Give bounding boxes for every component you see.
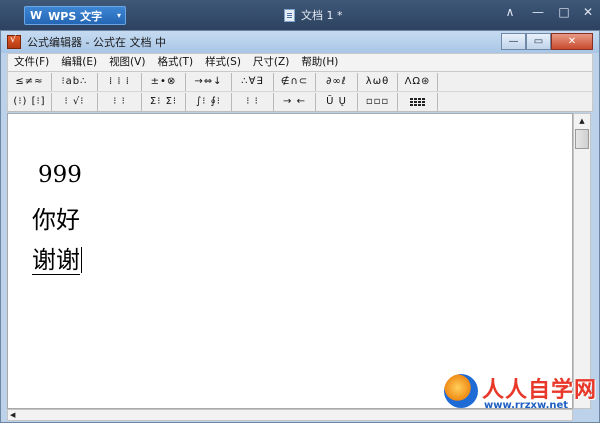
summation-templates-button[interactable]: Σ⁝ Σ⁝ <box>142 92 186 111</box>
template-toolbar: (⁝) [⁝] ⁝ √⁝ ⁝ ⁝ Σ⁝ Σ⁝ ∫⁝ ∮⁝ ⁝ ⁝ → ← Ū Ų… <box>7 92 593 112</box>
collapse-icon[interactable]: ∧ <box>500 5 520 19</box>
equation-editor-window: 公式编辑器 - 公式在 文档 中 — ▭ ✕ 文件(F) 编辑(E) 视图(V)… <box>0 30 600 423</box>
wps-logo-icon: W <box>30 9 43 22</box>
relational-symbols-button[interactable]: ≤≠≈ <box>8 72 52 91</box>
equation-line-3[interactable]: 谢谢 <box>32 240 82 275</box>
fence-templates-button[interactable]: (⁝) [⁝] <box>8 92 52 111</box>
editor-title: 公式编辑器 - 公式在 文档 中 <box>27 36 166 49</box>
menu-edit[interactable]: 编辑(E) <box>55 54 103 71</box>
greek-lowercase-button[interactable]: λωθ <box>358 72 398 91</box>
watermark-logo-icon <box>444 374 478 408</box>
editor-close-button[interactable]: ✕ <box>551 33 593 50</box>
greek-uppercase-button[interactable]: ΛΩ⊛ <box>398 72 438 91</box>
site-watermark: 人人自学网 www.rrzxw.net <box>444 372 596 416</box>
editor-title-bar: 公式编辑器 - 公式在 文档 中 — ▭ ✕ <box>1 31 599 53</box>
subscript-superscript-templates-button[interactable]: ⁝ ⁝ <box>98 92 142 111</box>
labeled-arrow-templates-button[interactable]: → ← <box>274 92 316 111</box>
menu-view[interactable]: 视图(V) <box>103 54 151 71</box>
equation-line-1[interactable]: 999 <box>38 162 82 188</box>
integral-templates-button[interactable]: ∫⁝ ∮⁝ <box>186 92 232 111</box>
document-tab[interactable]: 文档 1 * <box>284 6 343 24</box>
scroll-thumb[interactable] <box>575 129 589 149</box>
menu-file[interactable]: 文件(F) <box>8 54 55 71</box>
logical-symbols-button[interactable]: ∴∀∃ <box>232 72 274 91</box>
vertical-scrollbar[interactable]: ▲ <box>573 113 591 409</box>
editor-minimize-button[interactable]: — <box>501 33 526 50</box>
symbol-toolbar: ≤≠≈ ⁝ab∴ ⁞ ⁞ ⁞ ±•⊗ →⇔↓ ∴∀∃ ∉∩⊂ ∂∞ℓ λωθ Λ… <box>7 72 593 92</box>
misc-symbols-button[interactable]: ∂∞ℓ <box>316 72 358 91</box>
caption-buttons: — ▭ ✕ <box>501 33 593 50</box>
close-button[interactable]: ✕ <box>578 5 598 19</box>
wps-app-label: WPS 文字 <box>48 9 103 23</box>
document-title: 文档 1 * <box>301 9 343 22</box>
matrix-grid-icon <box>410 97 425 106</box>
menu-format[interactable]: 格式(T) <box>151 54 199 71</box>
chevron-down-icon: ▾ <box>116 11 121 20</box>
document-icon <box>284 8 295 22</box>
equation-canvas[interactable]: 999 你好 谢谢 <box>7 113 573 409</box>
menu-style[interactable]: 样式(S) <box>199 54 247 71</box>
products-set-theory-templates-button[interactable]: Ū Ų <box>316 92 358 111</box>
wps-app-menu-button[interactable]: W WPS 文字 ▾ <box>24 6 126 25</box>
minimize-button[interactable]: — <box>528 5 548 19</box>
arrow-symbols-button[interactable]: →⇔↓ <box>186 72 232 91</box>
wps-title-bar: W WPS 文字 ▾ 文档 1 * ∧ — □ ✕ <box>0 0 600 30</box>
watermark-url: www.rrzxw.net <box>484 400 569 411</box>
menu-bar: 文件(F) 编辑(E) 视图(V) 格式(T) 样式(S) 尺寸(Z) 帮助(H… <box>7 53 593 72</box>
scroll-up-icon[interactable]: ▲ <box>574 114 590 128</box>
operator-symbols-button[interactable]: ±•⊗ <box>142 72 186 91</box>
matrix-templates-button[interactable] <box>398 92 438 111</box>
scroll-left-icon[interactable]: ◀ <box>10 410 15 420</box>
maximize-button[interactable]: □ <box>554 5 574 19</box>
embellishments-button[interactable]: ⁞ ⁞ ⁞ <box>98 72 142 91</box>
fraction-radical-templates-button[interactable]: ⁝ √⁝ <box>52 92 98 111</box>
underbar-overbar-templates-button[interactable]: ⁝ ⁝ <box>232 92 274 111</box>
menu-help[interactable]: 帮助(H) <box>295 54 344 71</box>
equation-editor-icon <box>7 34 21 49</box>
equation-line-2[interactable]: 你好 <box>32 200 80 235</box>
spacing-templates-button[interactable]: ▫▫▫ <box>358 92 398 111</box>
menu-size[interactable]: 尺寸(Z) <box>247 54 295 71</box>
spaces-ellipses-button[interactable]: ⁝ab∴ <box>52 72 98 91</box>
set-theory-symbols-button[interactable]: ∉∩⊂ <box>274 72 316 91</box>
equation-line-3-text: 谢谢 <box>32 246 80 275</box>
editor-maximize-button[interactable]: ▭ <box>526 33 551 50</box>
text-caret <box>81 247 82 273</box>
